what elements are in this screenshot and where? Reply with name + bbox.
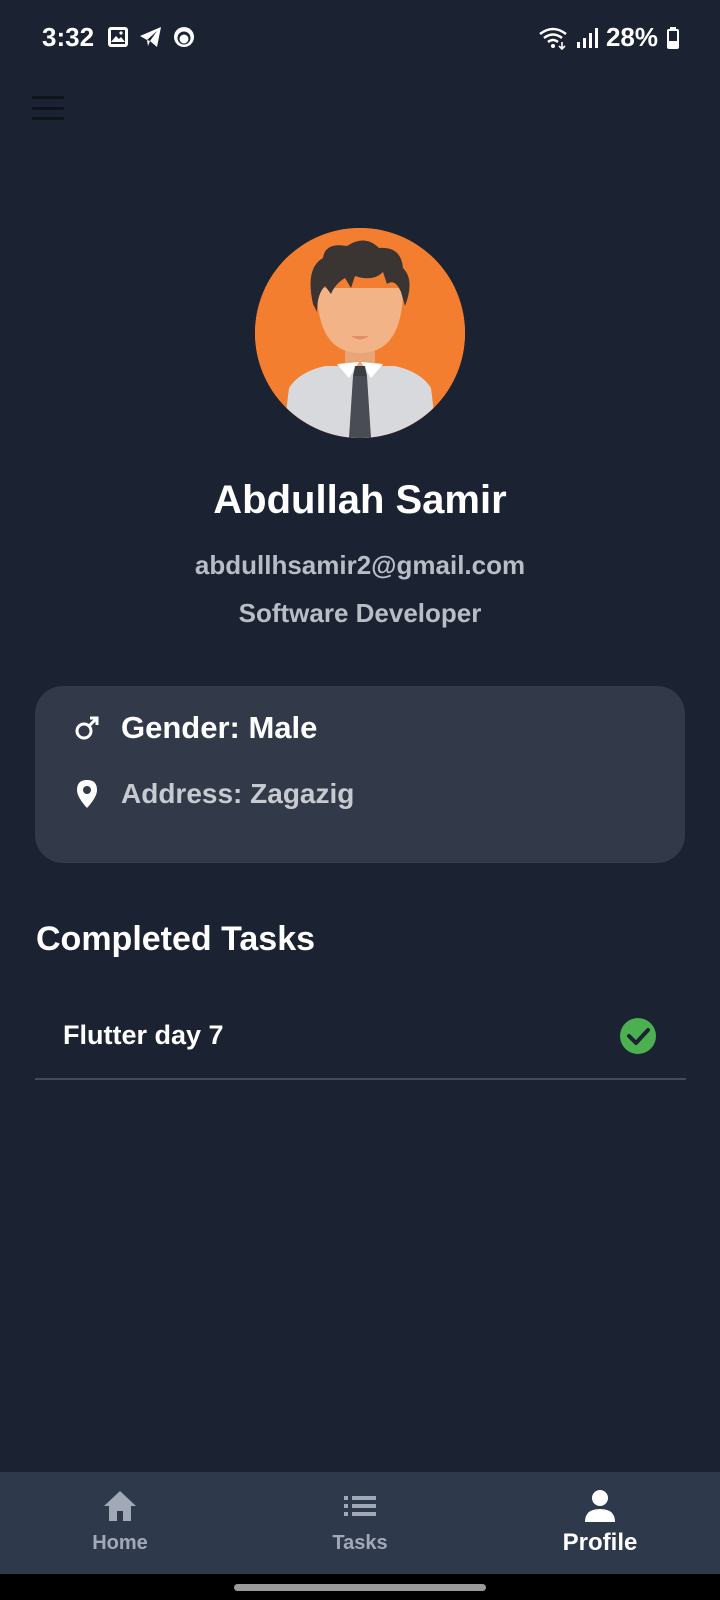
- profile-screen: 3:32 28% Abdullah Samir abdullhsamir2@gm…: [0, 0, 720, 1600]
- bottom-navigation: Home Tasks Profile: [0, 1472, 720, 1574]
- completed-tasks-title: Completed Tasks: [36, 920, 316, 958]
- home-icon: [104, 1491, 136, 1521]
- address-label: Address: Zagazig: [121, 778, 355, 809]
- wifi-icon: [539, 27, 567, 50]
- battery-percentage: 28%: [605, 22, 658, 52]
- menu-line: [32, 96, 64, 99]
- nav-home-label: Home: [92, 1532, 148, 1554]
- app-notification-icon: [174, 27, 194, 47]
- gender-row: Gender: Male: [73, 710, 317, 746]
- profile-role: Software Developer: [238, 598, 482, 628]
- nav-profile-label: Profile: [562, 1529, 638, 1556]
- task-label: Flutter day 7: [63, 1020, 224, 1050]
- nav-home[interactable]: Home: [0, 1472, 240, 1574]
- battery-icon: [667, 26, 679, 49]
- list-icon: [344, 1496, 376, 1516]
- menu-line: [32, 106, 64, 110]
- avatar: [255, 228, 465, 438]
- task-row[interactable]: Flutter day 7: [35, 990, 686, 1080]
- nav-tasks[interactable]: Tasks: [240, 1472, 480, 1574]
- nav-tasks-label: Tasks: [332, 1532, 388, 1554]
- gesture-handle[interactable]: [234, 1584, 486, 1591]
- profile-email: abdullhsamir2@gmail.com: [194, 550, 526, 580]
- person-icon: [585, 1490, 615, 1522]
- male-icon: [73, 714, 101, 742]
- system-status-icons: 28%: [538, 22, 680, 53]
- location-pin-icon: [73, 780, 101, 808]
- status-time: 3:32: [42, 22, 95, 52]
- check-circle-icon: [620, 1018, 656, 1054]
- gallery-icon: [108, 27, 128, 47]
- avatar-illustration: [255, 228, 465, 438]
- notification-icons: [106, 25, 196, 49]
- menu-line: [32, 117, 64, 120]
- hamburger-menu-icon[interactable]: [32, 96, 64, 120]
- system-navigation-bar: [0, 1574, 720, 1600]
- gender-label: Gender: Male: [121, 710, 318, 745]
- telegram-icon: [140, 27, 161, 47]
- signal-icon: [576, 27, 598, 48]
- address-row: Address: Zagazig: [73, 778, 354, 810]
- info-card: Gender: Male Address: Zagazig: [35, 686, 685, 863]
- status-bar: 3:32 28%: [0, 0, 720, 76]
- nav-profile[interactable]: Profile: [480, 1472, 720, 1574]
- profile-name: Abdullah Samir: [213, 478, 507, 522]
